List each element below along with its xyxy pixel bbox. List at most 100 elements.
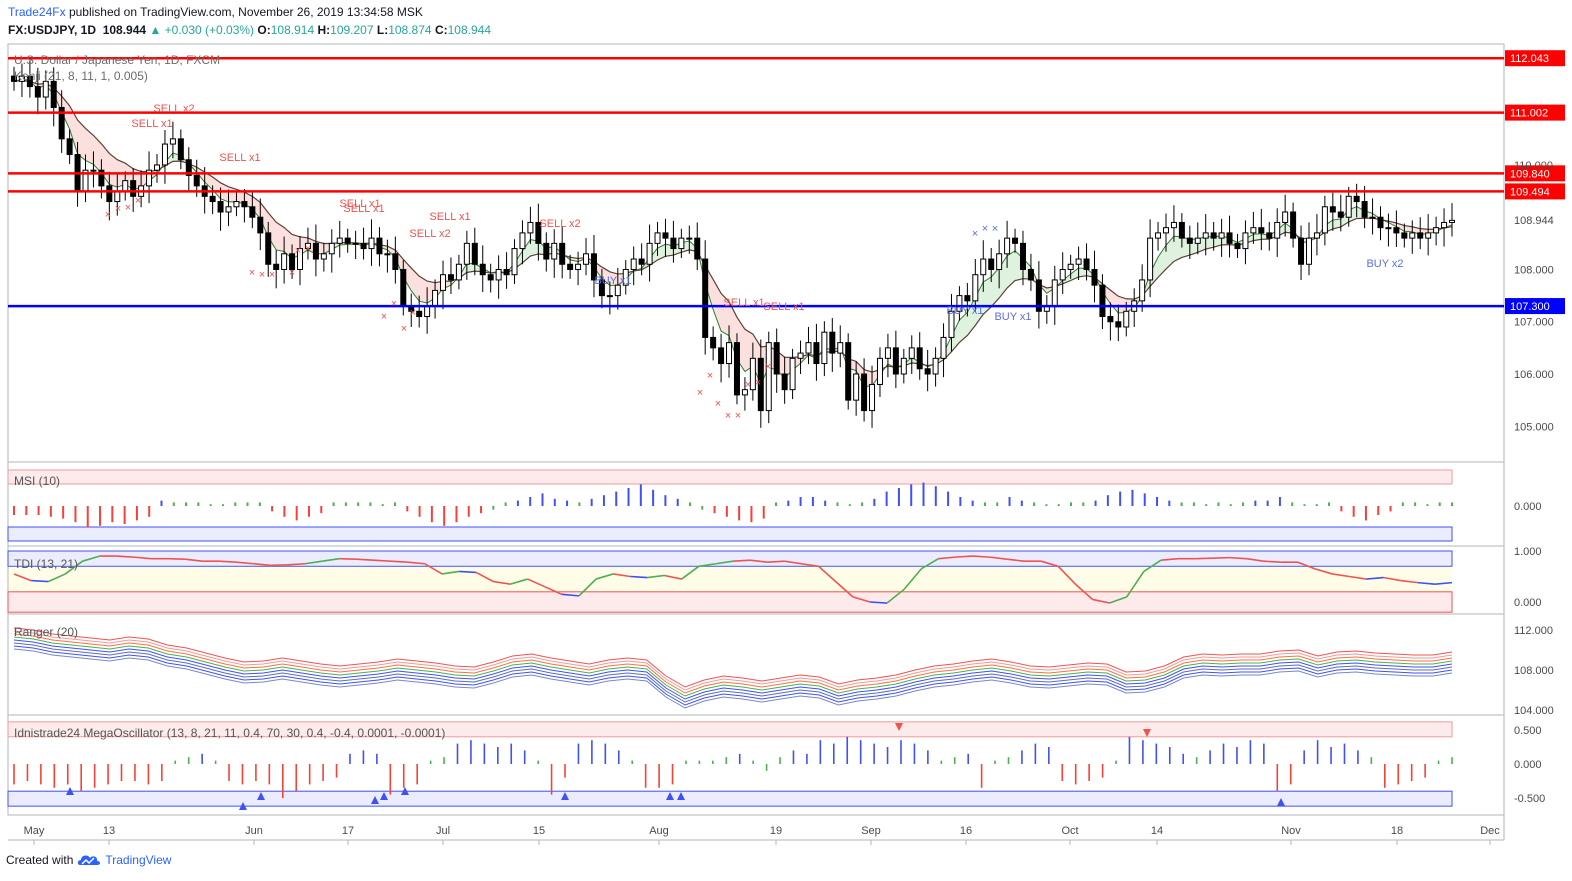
- tdi-line-segment: [972, 555, 990, 558]
- candle-body: [837, 342, 844, 354]
- time-tick-label: Dec: [1480, 825, 1500, 837]
- candle-body: [1449, 219, 1455, 223]
- candle-body: [654, 232, 661, 244]
- candle-body: [479, 263, 486, 276]
- tradingview-cloud-icon: [78, 855, 101, 865]
- buy-x-marker: ×: [982, 223, 988, 235]
- candle-body: [1226, 232, 1233, 244]
- tdi-line-segment: [732, 559, 751, 562]
- candle-body: [1353, 195, 1360, 203]
- candle-body: [1202, 232, 1209, 239]
- candle-body: [34, 86, 41, 98]
- sell-signal-label: SELL x1: [723, 297, 764, 309]
- candle-body: [1004, 237, 1011, 255]
- candle-body: [996, 253, 1003, 270]
- candle-body: [1012, 237, 1019, 244]
- candle-body: [575, 263, 582, 270]
- candle-body: [1099, 284, 1106, 318]
- buy-x-marker: ×: [972, 228, 978, 240]
- sell-signal-label: SELL x2: [539, 218, 580, 230]
- candle-body: [1170, 221, 1177, 229]
- candle-body: [686, 237, 693, 240]
- tdi-line-segment: [287, 562, 306, 566]
- candle-body: [551, 242, 558, 260]
- candle-body: [1242, 232, 1249, 250]
- candle-body: [424, 305, 431, 318]
- sell-x-marker: ×: [410, 307, 416, 319]
- candle-body: [853, 373, 860, 401]
- tradingview-brand[interactable]: TradingView: [105, 853, 171, 867]
- candle-body: [1107, 316, 1114, 323]
- candle-body: [630, 258, 637, 270]
- candle-body: [884, 347, 891, 359]
- sell-signal-label: SELL x2: [153, 103, 194, 115]
- kenji-indicator-label: Kenji (21, 8, 11, 1, 0.005): [14, 69, 148, 83]
- candle-body: [1290, 211, 1297, 239]
- candle-body: [1194, 237, 1201, 244]
- sell-x-marker: ×: [765, 361, 771, 373]
- candle-body: [861, 373, 868, 412]
- candle-body: [312, 242, 319, 260]
- sell-x-marker: ×: [735, 410, 741, 422]
- msi-upper-zone: [7, 469, 1453, 485]
- candle-body: [1266, 232, 1273, 239]
- level-price-label: 112.043: [1510, 53, 1549, 65]
- candle-body: [376, 237, 383, 255]
- time-tick-label: 14: [1151, 825, 1163, 837]
- candle-body: [392, 253, 399, 270]
- candle-body: [193, 174, 200, 187]
- candle-body: [781, 373, 788, 391]
- candle-body: [940, 336, 947, 359]
- candle-body: [1345, 195, 1352, 218]
- candle-body: [1298, 237, 1305, 265]
- sell-x-marker: ×: [115, 203, 121, 215]
- mega-oscillator-title: Idnistrade24 MegaOscillator (13, 8, 21, …: [14, 726, 445, 740]
- pane-frame-3: [7, 613, 1505, 716]
- candle-body: [1019, 242, 1026, 270]
- mega-tick-label: 0.500: [1514, 725, 1542, 737]
- created-with-text: Created with: [6, 853, 74, 867]
- tdi-line-segment: [390, 560, 408, 564]
- tdi-line-segment: [219, 560, 237, 564]
- candle-body: [440, 274, 447, 291]
- sell-signal-label: SELL x1: [219, 152, 260, 164]
- tdi-line-segment: [767, 560, 785, 564]
- msi-lower-zone: [7, 526, 1453, 542]
- candle-body: [583, 253, 590, 265]
- candle-body: [50, 80, 57, 108]
- candle-body: [360, 242, 367, 250]
- candle-body: [1329, 206, 1336, 213]
- ranger-tick-label: 104.000: [1514, 705, 1554, 717]
- tdi-tick-label: 1.000: [1514, 546, 1542, 558]
- candle-body: [161, 143, 168, 166]
- candle-body: [797, 352, 804, 359]
- candle-body: [177, 138, 184, 161]
- candle-body: [916, 347, 923, 370]
- candle-body: [106, 185, 113, 203]
- tdi-line-segment: [31, 579, 49, 583]
- candle-body: [710, 336, 717, 349]
- candle-body: [1441, 221, 1448, 229]
- sell-signal-label: SELL x1: [763, 301, 804, 313]
- candle-body: [233, 201, 240, 208]
- sell-x-marker: ×: [755, 377, 761, 389]
- candle-body: [908, 347, 915, 359]
- candle-body: [1147, 237, 1154, 281]
- candle-body: [1059, 268, 1066, 281]
- sell-x-marker: ×: [125, 202, 131, 214]
- candle-body: [1027, 268, 1034, 281]
- candle-body: [1162, 227, 1169, 234]
- candle-body: [1417, 232, 1424, 239]
- candle-body: [42, 80, 49, 98]
- chart-canvas[interactable]: 112.043111.002109.840109.494107.300105.0…: [0, 0, 1572, 881]
- candle-body: [130, 180, 137, 197]
- candle-body: [972, 274, 979, 302]
- candle-body: [662, 232, 669, 239]
- candle-body: [1091, 268, 1098, 286]
- candle-body: [988, 258, 995, 270]
- price-tick-label: 108.944: [1514, 215, 1554, 227]
- candle-body: [1250, 227, 1257, 234]
- tdi-title: TDI (13, 21): [14, 557, 78, 571]
- mega-tick-label: -0.500: [1514, 793, 1545, 805]
- candle-body: [1282, 211, 1289, 223]
